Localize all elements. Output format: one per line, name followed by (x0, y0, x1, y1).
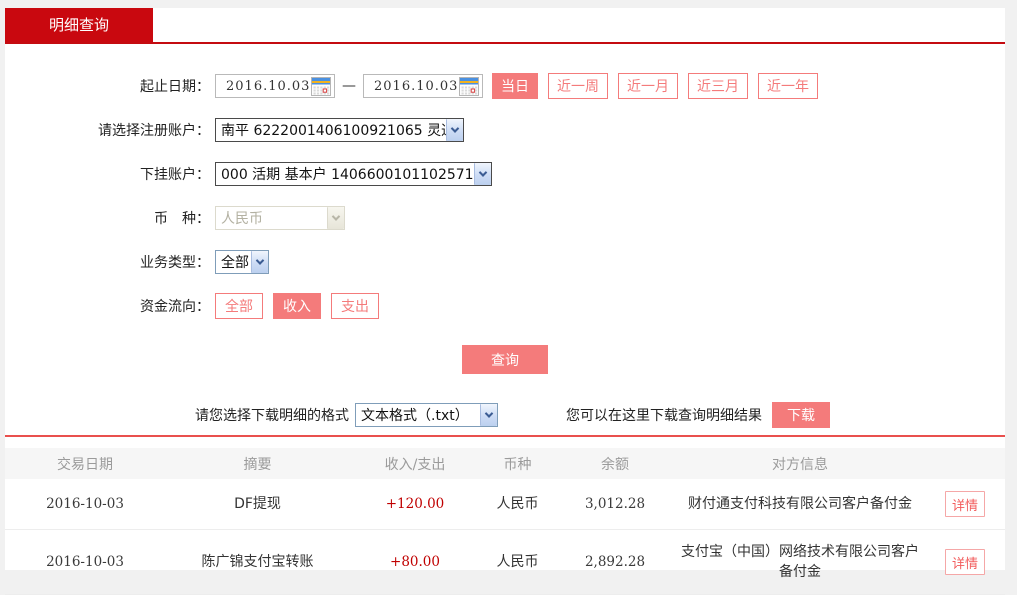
date-from-value: 2016.10.03 (226, 79, 310, 94)
flow-expense-button[interactable]: 支出 (331, 293, 379, 319)
header-action (925, 448, 1005, 479)
fund-flow-row: 资金流向： 全部 收入 支出 (5, 293, 1005, 319)
header-balance: 余额 (555, 448, 675, 479)
header-amount: 收入/支出 (350, 448, 480, 479)
date-from-input[interactable]: 2016.10.03 (215, 74, 335, 98)
header-currency: 币种 (480, 448, 555, 479)
registered-account-select[interactable]: 南平 6222001406100921065 灵通卡 (215, 118, 464, 142)
table-header-row: 交易日期 摘要 收入/支出 币种 余额 对方信息 (5, 448, 1005, 479)
registered-account-value: 南平 6222001406100921065 灵通卡 (216, 120, 446, 140)
cell-date: 2016-10-03 (5, 479, 165, 530)
cell-summary: 陈广锦支付宝转账 (165, 530, 350, 595)
detail-button[interactable]: 详情 (945, 549, 985, 575)
download-format-select[interactable]: 文本格式（.txt） (355, 403, 498, 427)
biz-type-value: 全部 (216, 252, 251, 272)
fund-flow-label: 资金流向： (5, 296, 215, 316)
query-form: 起止日期： 2016.10.03 (5, 44, 1005, 374)
detail-button[interactable]: 详情 (945, 491, 985, 517)
chevron-down-icon (327, 207, 344, 229)
header-summary: 摘要 (165, 448, 350, 479)
biz-type-select[interactable]: 全部 (215, 250, 269, 274)
content-panel: 明细查询 起止日期： 2016.10.03 (5, 8, 1005, 570)
chevron-down-icon (474, 163, 491, 185)
date-range-row: 起止日期： 2016.10.03 (5, 73, 1005, 99)
cell-counterparty: 支付宝（中国）网络技术有限公司客户备付金 (675, 530, 925, 595)
cell-date: 2016-10-03 (5, 530, 165, 595)
cell-amount: +120.00 (350, 479, 480, 530)
flow-income-button[interactable]: 收入 (273, 293, 321, 319)
registered-account-label: 请选择注册账户： (5, 120, 215, 140)
sub-account-select[interactable]: 000 活期 基本户 1406600101102571848 (215, 162, 492, 186)
chevron-down-icon (251, 251, 268, 273)
query-button[interactable]: 查询 (462, 345, 548, 374)
quick-range-quarter-button[interactable]: 近三月 (688, 73, 748, 99)
currency-select: 人民币 (215, 206, 345, 230)
date-to-value: 2016.10.03 (374, 79, 458, 94)
transactions-table: 交易日期 摘要 收入/支出 币种 余额 对方信息 2016-10-03 DF提现… (5, 448, 1005, 595)
download-format-label: 请您选择下载明细的格式 (195, 405, 349, 425)
cell-counterparty: 财付通支付科技有限公司客户备付金 (675, 479, 925, 530)
tab-label: 明细查询 (49, 16, 109, 34)
calendar-icon[interactable] (459, 77, 479, 96)
quick-range-month-button[interactable]: 近一月 (618, 73, 678, 99)
cell-amount: +80.00 (350, 530, 480, 595)
chevron-down-icon (446, 119, 463, 141)
sub-account-row: 下挂账户： 000 活期 基本户 1406600101102571848 (5, 161, 1005, 187)
currency-value: 人民币 (216, 208, 327, 228)
calendar-icon[interactable] (311, 77, 331, 96)
download-hint: 您可以在这里下载查询明细结果 (566, 405, 762, 425)
header-counterparty: 对方信息 (675, 448, 925, 479)
table-separator (5, 435, 1005, 437)
download-format-value: 文本格式（.txt） (356, 405, 480, 425)
download-button[interactable]: 下载 (772, 402, 830, 428)
download-row: 请您选择下载明细的格式 文本格式（.txt） 您可以在这里下载查询明细结果 下载 (195, 402, 1005, 428)
currency-row: 币 种： 人民币 (5, 205, 1005, 231)
biz-type-row: 业务类型： 全部 (5, 249, 1005, 275)
currency-label: 币 种： (5, 208, 215, 228)
quick-range-week-button[interactable]: 近一周 (548, 73, 608, 99)
biz-type-label: 业务类型： (5, 252, 215, 272)
quick-range-today-button[interactable]: 当日 (492, 73, 538, 99)
sub-account-value: 000 活期 基本户 1406600101102571848 (216, 164, 474, 184)
chevron-down-icon (480, 404, 497, 426)
date-to-input[interactable]: 2016.10.03 (363, 74, 483, 98)
cell-currency: 人民币 (480, 530, 555, 595)
table-row: 2016-10-03 陈广锦支付宝转账 +80.00 人民币 2,892.28 … (5, 530, 1005, 595)
date-range-dash: — (342, 78, 356, 94)
flow-all-button[interactable]: 全部 (215, 293, 263, 319)
table-row: 2016-10-03 DF提现 +120.00 人民币 3,012.28 财付通… (5, 479, 1005, 530)
cell-balance: 2,892.28 (555, 530, 675, 595)
sub-account-label: 下挂账户： (5, 164, 215, 184)
cell-summary: DF提现 (165, 479, 350, 530)
registered-account-row: 请选择注册账户： 南平 6222001406100921065 灵通卡 (5, 117, 1005, 143)
cell-balance: 3,012.28 (555, 479, 675, 530)
date-range-label: 起止日期： (5, 76, 215, 96)
tab-detail-query[interactable]: 明细查询 (5, 8, 153, 42)
header-date: 交易日期 (5, 448, 165, 479)
quick-range-year-button[interactable]: 近一年 (758, 73, 818, 99)
cell-currency: 人民币 (480, 479, 555, 530)
